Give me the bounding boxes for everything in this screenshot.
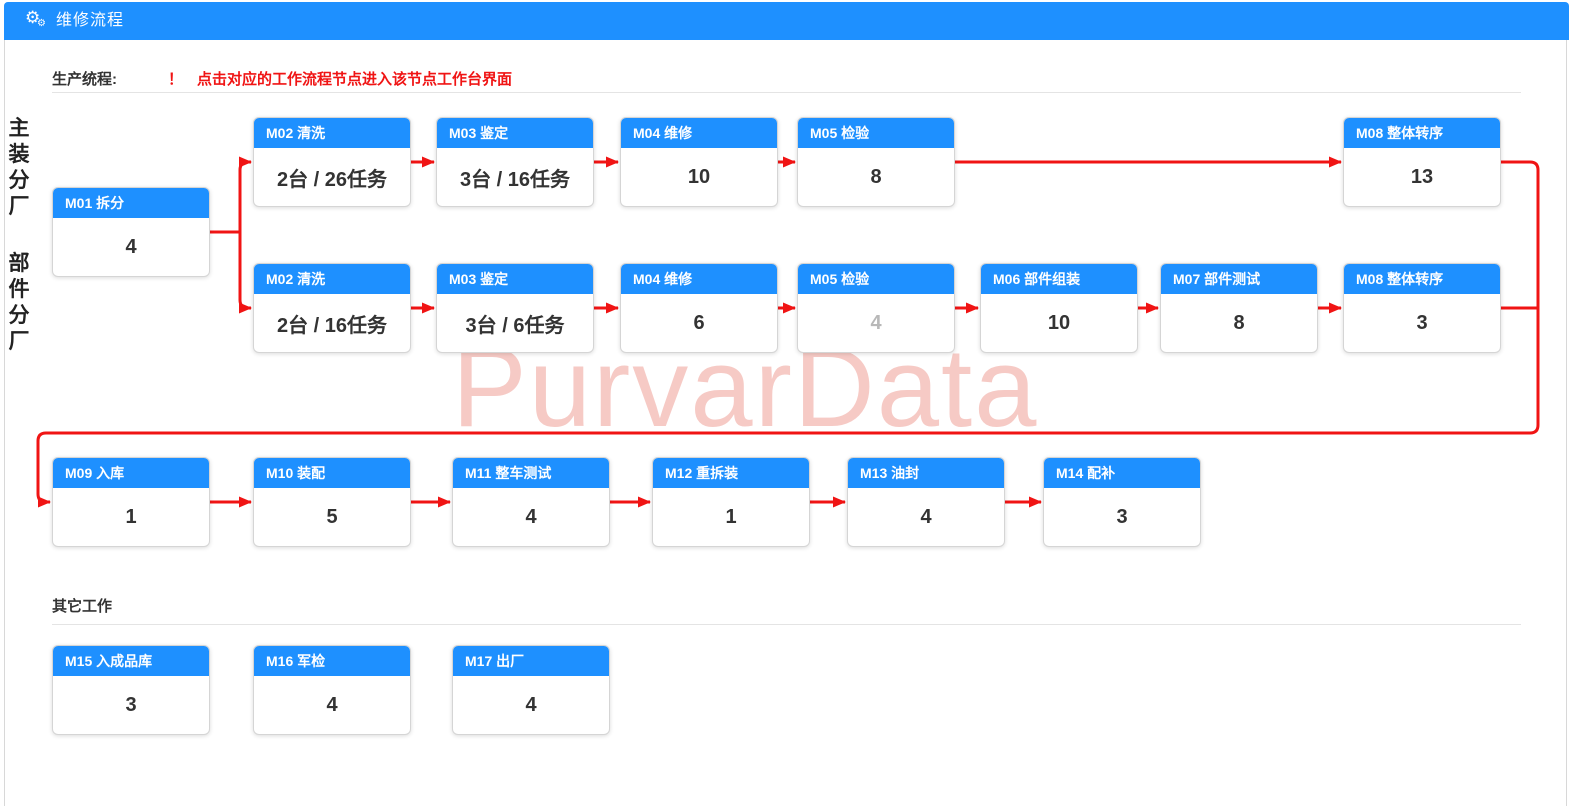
- node-value: 4: [798, 294, 954, 352]
- node-title: M05 检验: [798, 118, 954, 148]
- node-title: M07 部件测试: [1161, 264, 1317, 294]
- node-title: M13 油封: [848, 458, 1004, 488]
- factory-label-parts: 部件分厂: [7, 251, 31, 355]
- node-value: 3台 / 6任务: [437, 294, 593, 352]
- node-value: 10: [981, 294, 1137, 352]
- node-title: M08 整体转序: [1344, 118, 1500, 148]
- other-work-label: 其它工作: [52, 595, 112, 616]
- node-title: M11 整车测试: [453, 458, 609, 488]
- notice-text: 点击对应的工作流程节点进入该节点工作台界面: [197, 71, 512, 88]
- page-title: 维修流程: [56, 2, 124, 40]
- flow-node-m06-parts[interactable]: M06 部件组装 10: [980, 263, 1138, 353]
- flow-node-m03-main[interactable]: M03 鉴定 3台 / 16任务: [436, 117, 594, 207]
- node-value: 8: [1161, 294, 1317, 352]
- flow-node-m11[interactable]: M11 整车测试 4: [452, 457, 610, 547]
- node-title: M04 维修: [621, 264, 777, 294]
- flow-node-m08-parts[interactable]: M08 整体转序 3: [1343, 263, 1501, 353]
- flow-node-m03-parts[interactable]: M03 鉴定 3台 / 6任务: [436, 263, 594, 353]
- node-title: M10 装配: [254, 458, 410, 488]
- node-title: M17 出厂: [453, 646, 609, 676]
- flow-node-m05-parts[interactable]: M05 检验 4: [797, 263, 955, 353]
- node-value: 3台 / 16任务: [437, 148, 593, 206]
- node-value: 1: [653, 488, 809, 546]
- flow-node-m02-main[interactable]: M02 清洗 2台 / 26任务: [253, 117, 411, 207]
- node-title: M04 维修: [621, 118, 777, 148]
- node-value: 4: [453, 488, 609, 546]
- other-node-m17[interactable]: M17 出厂 4: [452, 645, 610, 735]
- repair-flow-app: ⚙︎ ⚙︎ 维修流程 生产统程: ！点击对应的工作流程节点进入该节点工作台界面 …: [0, 0, 1573, 806]
- separator-line-top: [52, 92, 1521, 93]
- flow-node-m04-parts[interactable]: M04 维修 6: [620, 263, 778, 353]
- node-title: M03 鉴定: [437, 264, 593, 294]
- separator-line-other: [52, 624, 1521, 625]
- factory-label-main: 主装分厂: [7, 116, 31, 220]
- node-title: M14 配补: [1044, 458, 1200, 488]
- node-title: M16 军检: [254, 646, 410, 676]
- node-title: M08 整体转序: [1344, 264, 1500, 294]
- flow-node-m14[interactable]: M14 配补 3: [1043, 457, 1201, 547]
- node-value: 3: [1044, 488, 1200, 546]
- flow-node-m01[interactable]: M01 拆分 4: [52, 187, 210, 277]
- flow-node-m08-main[interactable]: M08 整体转序 13: [1343, 117, 1501, 207]
- flow-node-m07-parts[interactable]: M07 部件测试 8: [1160, 263, 1318, 353]
- flow-node-m10[interactable]: M10 装配 5: [253, 457, 411, 547]
- flow-node-m05-main[interactable]: M05 检验 8: [797, 117, 955, 207]
- app-titlebar: ⚙︎ ⚙︎ 维修流程: [4, 2, 1569, 40]
- flow-node-m12[interactable]: M12 重拆装 1: [652, 457, 810, 547]
- other-node-m16[interactable]: M16 军检 4: [253, 645, 411, 735]
- node-value: 1: [53, 488, 209, 546]
- node-value: 4: [453, 676, 609, 734]
- node-title: M06 部件组装: [981, 264, 1137, 294]
- node-title: M01 拆分: [53, 188, 209, 218]
- node-value: 3: [1344, 294, 1500, 352]
- node-value: 2台 / 16任务: [254, 294, 410, 352]
- node-value: 6: [621, 294, 777, 352]
- node-title: M15 入成品库: [53, 646, 209, 676]
- node-title: M02 清洗: [254, 118, 410, 148]
- node-value: 13: [1344, 148, 1500, 206]
- flow-node-m13[interactable]: M13 油封 4: [847, 457, 1005, 547]
- node-title: M03 鉴定: [437, 118, 593, 148]
- click-notice: ！ 点击对应的工作流程节点进入该节点工作台界面: [168, 68, 512, 89]
- node-value: 10: [621, 148, 777, 206]
- node-value: 4: [254, 676, 410, 734]
- other-node-m15[interactable]: M15 入成品库 3: [52, 645, 210, 735]
- node-title: M12 重拆装: [653, 458, 809, 488]
- flow-section-label: 生产统程:: [52, 68, 117, 89]
- node-title: M09 入库: [53, 458, 209, 488]
- node-value: 4: [848, 488, 1004, 546]
- node-value: 5: [254, 488, 410, 546]
- flow-node-m04-main[interactable]: M04 维修 10: [620, 117, 778, 207]
- node-value: 8: [798, 148, 954, 206]
- node-title: M05 检验: [798, 264, 954, 294]
- node-value: 3: [53, 676, 209, 734]
- notice-exclamation-mark: ！: [168, 71, 183, 88]
- flow-node-m09[interactable]: M09 入库 1: [52, 457, 210, 547]
- node-title: M02 清洗: [254, 264, 410, 294]
- node-value: 2台 / 26任务: [254, 148, 410, 206]
- node-value: 4: [53, 218, 209, 276]
- flow-node-m02-parts[interactable]: M02 清洗 2台 / 16任务: [253, 263, 411, 353]
